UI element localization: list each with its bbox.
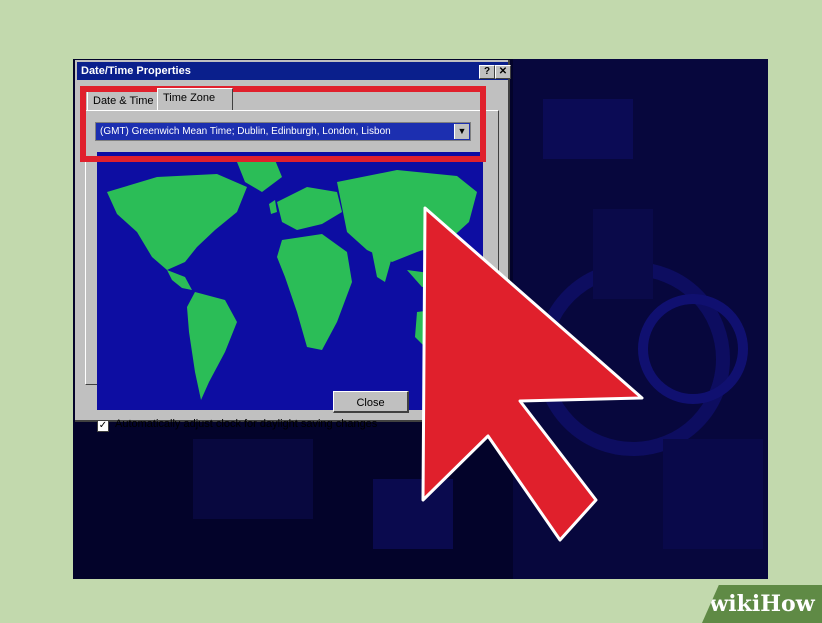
help-button[interactable]: ? xyxy=(479,65,495,79)
tab-time-zone[interactable]: Time Zone xyxy=(157,88,233,110)
title-bar[interactable]: Date/Time Properties ? ✕ xyxy=(77,62,511,80)
dialog-title: Date/Time Properties xyxy=(81,65,191,77)
world-map-graphic xyxy=(97,152,483,410)
close-button[interactable]: Close xyxy=(333,391,409,413)
highlight-box xyxy=(80,86,486,162)
dst-checkbox[interactable]: ✓ xyxy=(97,420,109,432)
dst-label: Automatically adjust clock for daylight … xyxy=(115,418,378,430)
wikihow-watermark: wikiHow xyxy=(702,585,822,623)
world-map xyxy=(97,152,483,410)
close-window-button[interactable]: ✕ xyxy=(495,65,511,79)
